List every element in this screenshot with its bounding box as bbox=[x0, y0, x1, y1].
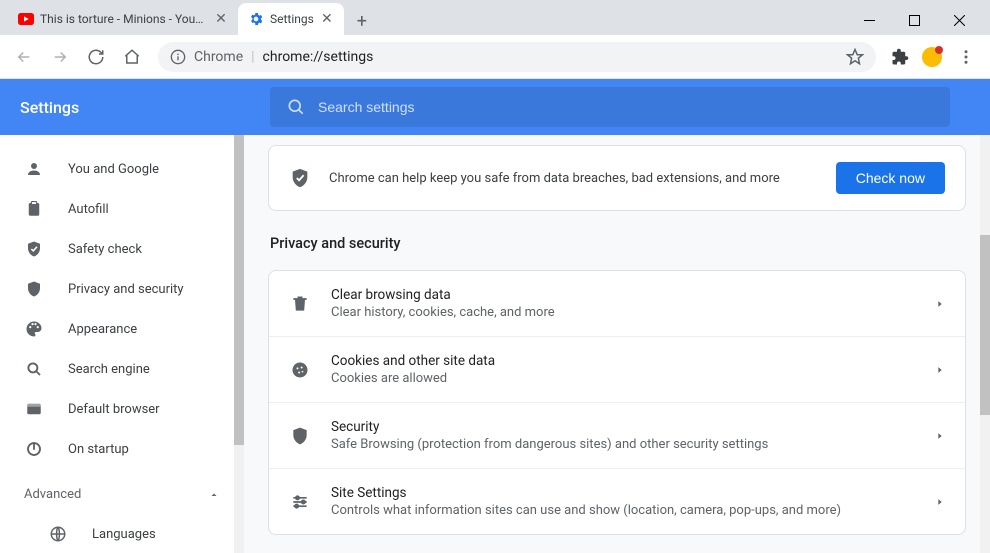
chevron-right-icon bbox=[935, 497, 945, 507]
settings-header: Settings bbox=[0, 79, 990, 135]
sidebar-item-on-startup[interactable]: On startup bbox=[0, 429, 244, 469]
row-site-settings[interactable]: Site Settings Controls what information … bbox=[269, 469, 965, 534]
safety-banner-text: Chrome can help keep you safe from data … bbox=[329, 171, 818, 186]
extension-badge-icon[interactable] bbox=[918, 43, 946, 71]
window-titlebar: This is torture - Minions - YouTu ✕ Sett… bbox=[0, 0, 990, 35]
clipboard-icon bbox=[24, 200, 44, 218]
row-clear-browsing-data[interactable]: Clear browsing data Clear history, cooki… bbox=[269, 271, 965, 337]
row-subtitle: Controls what information sites can use … bbox=[331, 503, 915, 518]
sidebar-item-privacy-security[interactable]: Privacy and security bbox=[0, 269, 244, 309]
sidebar-item-label: Safety check bbox=[68, 242, 142, 257]
search-input[interactable] bbox=[318, 99, 934, 115]
sidebar-item-search-engine[interactable]: Search engine bbox=[0, 349, 244, 389]
row-cookies[interactable]: Cookies and other site data Cookies are … bbox=[269, 337, 965, 403]
search-icon bbox=[24, 360, 44, 378]
close-icon[interactable]: ✕ bbox=[320, 12, 334, 26]
row-subtitle: Clear history, cookies, cache, and more bbox=[331, 305, 915, 320]
sidebar-item-label: Languages bbox=[92, 527, 156, 542]
shield-icon bbox=[24, 280, 44, 298]
section-title: Privacy and security bbox=[270, 235, 966, 252]
chevron-up-icon bbox=[208, 489, 220, 501]
maximize-button[interactable] bbox=[892, 5, 937, 35]
trash-icon bbox=[289, 294, 311, 314]
shield-check-icon bbox=[289, 167, 311, 189]
sidebar-item-label: Autofill bbox=[68, 202, 109, 217]
page-title: Settings bbox=[20, 98, 250, 117]
row-title: Site Settings bbox=[331, 485, 915, 501]
window-controls bbox=[847, 5, 990, 35]
omnibox-prefix: Chrome bbox=[194, 49, 243, 65]
sidebar-item-safety-check[interactable]: Safety check bbox=[0, 229, 244, 269]
advanced-label: Advanced bbox=[24, 487, 81, 502]
tabs-strip: This is torture - Minions - YouTu ✕ Sett… bbox=[8, 3, 847, 35]
row-title: Security bbox=[331, 419, 915, 435]
content-area: Chrome can help keep you safe from data … bbox=[244, 135, 990, 553]
close-icon[interactable]: ✕ bbox=[214, 12, 228, 26]
privacy-security-list: Clear browsing data Clear history, cooki… bbox=[268, 270, 966, 535]
overflow-menu-button[interactable] bbox=[950, 41, 982, 73]
gear-icon bbox=[248, 11, 264, 27]
check-now-button[interactable]: Check now bbox=[836, 162, 945, 194]
chevron-right-icon bbox=[935, 299, 945, 309]
globe-icon bbox=[48, 525, 68, 543]
chevron-right-icon bbox=[935, 365, 945, 375]
shield-icon bbox=[289, 426, 311, 446]
tab-settings[interactable]: Settings ✕ bbox=[238, 3, 344, 35]
search-icon bbox=[286, 97, 306, 117]
sliders-icon bbox=[289, 492, 311, 512]
sidebar-item-default-browser[interactable]: Default browser bbox=[0, 389, 244, 429]
sidebar-item-languages[interactable]: Languages bbox=[0, 514, 244, 553]
sidebar-item-you-and-google[interactable]: You and Google bbox=[0, 149, 244, 189]
forward-button[interactable] bbox=[44, 41, 76, 73]
browser-icon bbox=[24, 400, 44, 418]
sidebar-item-label: You and Google bbox=[68, 162, 159, 177]
row-security[interactable]: Security Safe Browsing (protection from … bbox=[269, 403, 965, 469]
shield-check-icon bbox=[24, 240, 44, 258]
reload-button[interactable] bbox=[80, 41, 112, 73]
sidebar-item-label: On startup bbox=[68, 442, 129, 457]
youtube-icon bbox=[18, 11, 34, 27]
row-title: Clear browsing data bbox=[331, 287, 915, 303]
sidebar: You and Google Autofill Safety check Pri… bbox=[0, 135, 244, 553]
sidebar-item-autofill[interactable]: Autofill bbox=[0, 189, 244, 229]
cookie-icon bbox=[289, 360, 311, 380]
sidebar-item-label: Default browser bbox=[68, 402, 160, 417]
site-info-icon[interactable] bbox=[170, 49, 186, 65]
safety-banner: Chrome can help keep you safe from data … bbox=[268, 145, 966, 211]
home-button[interactable] bbox=[116, 41, 148, 73]
sidebar-item-appearance[interactable]: Appearance bbox=[0, 309, 244, 349]
omnibox-url: chrome://settings bbox=[263, 49, 374, 65]
browser-toolbar: Chrome | chrome://settings bbox=[0, 35, 990, 79]
row-title: Cookies and other site data bbox=[331, 353, 915, 369]
extensions-button[interactable] bbox=[886, 43, 914, 71]
sidebar-advanced-toggle[interactable]: Advanced bbox=[0, 475, 244, 514]
sidebar-item-label: Privacy and security bbox=[68, 282, 184, 297]
person-icon bbox=[24, 160, 44, 178]
bookmark-icon[interactable] bbox=[846, 48, 864, 66]
content-scrollbar[interactable] bbox=[980, 135, 990, 553]
chevron-right-icon bbox=[935, 431, 945, 441]
palette-icon bbox=[24, 320, 44, 338]
back-button[interactable] bbox=[8, 41, 40, 73]
tab-title: Settings bbox=[270, 12, 314, 26]
sidebar-item-label: Appearance bbox=[68, 322, 137, 337]
search-box[interactable] bbox=[270, 87, 950, 127]
power-icon bbox=[24, 440, 44, 458]
tab-youtube[interactable]: This is torture - Minions - YouTu ✕ bbox=[8, 3, 238, 35]
sidebar-scrollbar[interactable] bbox=[234, 135, 244, 553]
row-subtitle: Safe Browsing (protection from dangerous… bbox=[331, 437, 915, 452]
close-window-button[interactable] bbox=[937, 5, 982, 35]
sidebar-item-label: Search engine bbox=[68, 362, 150, 377]
minimize-button[interactable] bbox=[847, 5, 892, 35]
new-tab-button[interactable]: + bbox=[348, 7, 376, 35]
tab-title: This is torture - Minions - YouTu bbox=[40, 12, 208, 26]
address-bar[interactable]: Chrome | chrome://settings bbox=[158, 42, 876, 72]
row-subtitle: Cookies are allowed bbox=[331, 371, 915, 386]
